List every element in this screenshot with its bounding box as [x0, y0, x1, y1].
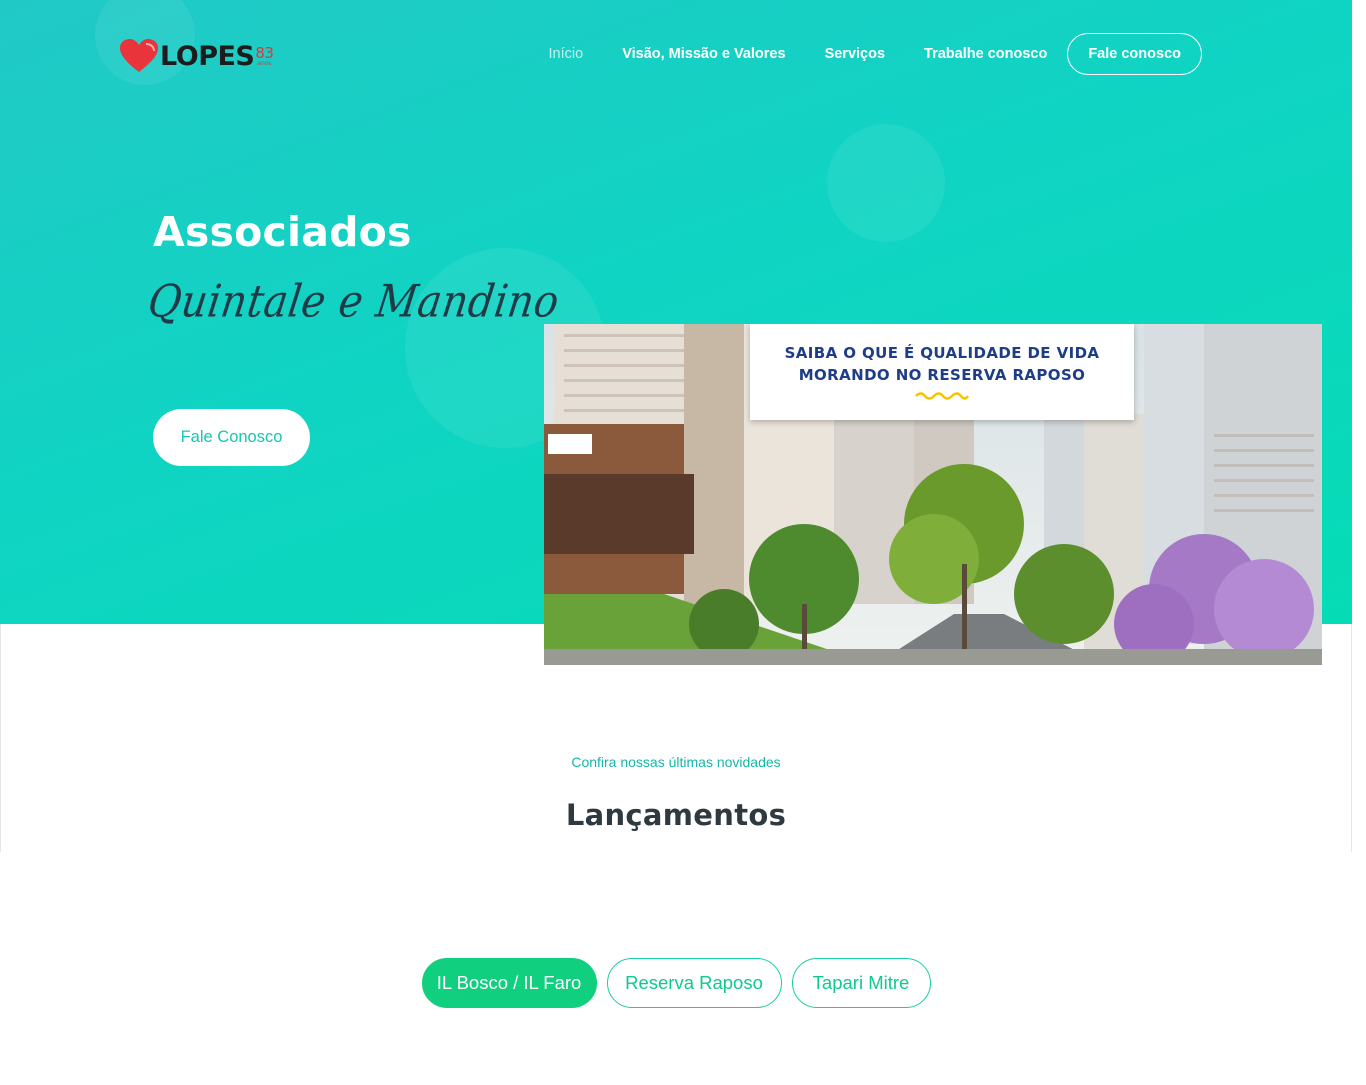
nav-item-servicos[interactable]: Serviços	[825, 46, 885, 62]
nav-item-inicio[interactable]: Início	[549, 46, 584, 62]
brand-years-number: 83	[255, 43, 274, 62]
squiggle-decoration	[915, 392, 970, 400]
tab-reserva-raposo[interactable]: Reserva Raposo	[606, 958, 782, 1008]
promo-banner[interactable]: SAIBA O QUE É QUALIDADE DE VIDA MORANDO …	[544, 324, 1322, 665]
brand-years: 83 anos	[255, 43, 274, 67]
banner-headline-line-1: SAIBA O QUE É QUALIDADE DE VIDA	[784, 344, 1100, 362]
section-title: Lançamentos	[565, 798, 787, 832]
tab-il-bosco-il-faro[interactable]: IL Bosco / IL Faro	[421, 958, 597, 1008]
tab-tapari-mitre[interactable]: Tapari Mitre	[791, 958, 931, 1008]
hero-subtitle: Quintale e Mandino	[144, 276, 563, 328]
decorative-bubble	[827, 124, 945, 242]
main-nav: Início Visão, Missão e Valores Serviços …	[510, 33, 1202, 75]
brand-logo[interactable]: LOPES 83 anos	[118, 36, 274, 76]
heart-icon	[118, 38, 160, 74]
banner-headline-line-2: MORANDO NO RESERVA RAPOSO	[798, 366, 1086, 384]
hero-contact-button[interactable]: Fale Conosco	[153, 409, 310, 466]
nav-item-trabalhe-conosco[interactable]: Trabalhe conosco	[924, 46, 1047, 62]
banner-headline-card: SAIBA O QUE É QUALIDADE DE VIDA MORANDO …	[750, 324, 1134, 420]
hero-title: Associados	[153, 208, 412, 256]
brand-years-label: anos	[257, 59, 272, 67]
section-kicker: Confira nossas últimas novidades	[571, 754, 781, 770]
nav-contact-button[interactable]: Fale conosco	[1067, 33, 1202, 75]
launch-tabs: IL Bosco / IL Faro Reserva Raposo Tapari…	[0, 958, 1352, 1008]
nav-item-visao-missao-valores[interactable]: Visão, Missão e Valores	[622, 46, 785, 62]
brand-name: LOPES	[160, 40, 255, 72]
